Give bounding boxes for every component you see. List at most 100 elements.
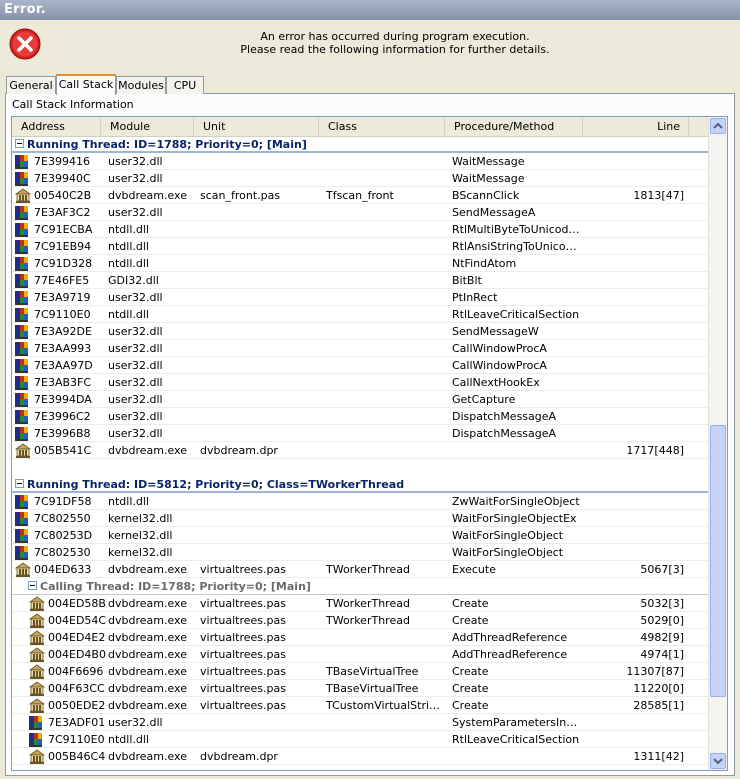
cell-unit: dvbdream.dpr (200, 444, 278, 457)
table-row[interactable]: 7E3A9719 user32.dll PtInRect (12, 289, 709, 306)
table-row[interactable]: 7E3AB3FC user32.dll CallNextHookEx (12, 374, 709, 391)
system-module-icon (15, 171, 31, 186)
thread-header[interactable]: Running Thread: ID=5812; Priority=0; Cla… (12, 476, 709, 493)
table-row[interactable]: 004F6696 dvbdream.exe virtualtrees.pas TBas… (12, 663, 709, 680)
cell-procedure: RtlLeaveCriticalSection (452, 733, 580, 746)
chevron-up-icon (713, 122, 723, 129)
cell-module: dvbdream.exe (108, 665, 187, 678)
table-row[interactable]: 7C9110E0 ntdll.dll RtlLeaveCriticalSection (12, 731, 709, 748)
cell-line: 11220[0] (633, 682, 684, 695)
cell-procedure: Create (452, 597, 489, 610)
cell-class: Tfscan_front (326, 189, 394, 202)
column-header-procedure[interactable]: Procedure/Method (445, 117, 583, 136)
column-header-unit[interactable]: Unit (194, 117, 319, 136)
table-row[interactable]: 7E3AA993 user32.dll CallWindowProcA (12, 340, 709, 357)
scroll-down-button[interactable] (710, 753, 726, 769)
table-row[interactable]: 7C9110E0 ntdll.dll RtlLeaveCriticalSection (12, 306, 709, 323)
cell-module: dvbdream.exe (108, 614, 187, 627)
table-row[interactable]: 7E3996C2 user32.dll DispatchMessageA (12, 408, 709, 425)
cell-module: dvbdream.exe (108, 682, 187, 695)
table-row[interactable]: 005B541C dvbdream.exe dvbdream.dpr 1717[448… (12, 442, 709, 459)
collapse-toggle-icon[interactable] (28, 581, 37, 590)
cell-unit: virtualtrees.pas (200, 614, 286, 627)
table-row[interactable]: 004ED633 dvbdream.exe virtualtrees.pas TWor… (12, 561, 709, 578)
table-row[interactable]: 7E3994DA user32.dll GetCapture (12, 391, 709, 408)
cell-module: dvbdream.exe (108, 563, 187, 576)
system-module-icon (15, 358, 31, 373)
cell-procedure: WaitForSingleObject (452, 529, 564, 542)
table-row[interactable]: 004ED4E2 dvbdream.exe virtualtrees.pas AddT… (12, 629, 709, 646)
table-row[interactable]: 7C80253D kernel32.dll WaitForSingleObject (12, 527, 709, 544)
table-row[interactable]: 7C802530 kernel32.dll WaitForSingleObject (12, 544, 709, 561)
column-header-line[interactable]: Line (583, 117, 689, 136)
cell-module: dvbdream.exe (108, 648, 187, 661)
application-module-icon (14, 443, 32, 458)
system-module-icon (29, 732, 45, 747)
cell-unit: virtualtrees.pas (200, 665, 286, 678)
table-row[interactable]: 004F63CC dvbdream.exe virtualtrees.pas TBas… (12, 680, 709, 697)
system-module-icon (15, 307, 31, 322)
table-row[interactable]: 004ED54C dvbdream.exe virtualtrees.pas TWor… (12, 612, 709, 629)
table-row[interactable]: 7C91D328 ntdll.dll NtFindAtom (12, 255, 709, 272)
scroll-up-button[interactable] (710, 118, 726, 134)
table-row[interactable]: 7C91DF58 ntdll.dll ZwWaitForSingleObject (12, 493, 709, 510)
cell-class: TWorkerThread (326, 563, 410, 576)
spacer-row (12, 459, 709, 476)
cell-line: 28585[1] (633, 699, 684, 712)
system-module-icon (15, 375, 31, 390)
table-row[interactable]: 7C91ECBA ntdll.dll RtlMultiByteToUnicodeN (12, 221, 709, 238)
cell-module: dvbdream.exe (108, 631, 187, 644)
table-row[interactable]: 7E3AA97D user32.dll CallWindowProcA (12, 357, 709, 374)
window-title: Error. (0, 0, 740, 20)
tab-cpu[interactable]: CPU (166, 76, 204, 94)
cell-unit: virtualtrees.pas (200, 648, 286, 661)
call-stack-grid[interactable]: Address Module Unit Class Procedure/Meth… (11, 116, 728, 771)
collapse-toggle-icon[interactable] (15, 139, 24, 148)
cell-module: ntdll.dll (108, 257, 149, 270)
table-row[interactable]: 004ED4B0 dvbdream.exe virtualtrees.pas AddT… (12, 646, 709, 663)
cell-line: 1717[448] (626, 444, 684, 457)
cell-module: user32.dll (108, 716, 163, 729)
table-row[interactable]: 7E399416 user32.dll WaitMessage (12, 153, 709, 170)
cell-procedure: BitBlt (452, 274, 482, 287)
column-header-address[interactable]: Address (12, 117, 101, 136)
cell-class: TWorkerThread (326, 597, 410, 610)
cell-module: GDI32.dll (108, 274, 159, 287)
calling-thread-header[interactable]: Calling Thread: ID=1788; Priority=0; [Ma… (12, 578, 709, 595)
table-row[interactable]: 00540C2B dvbdream.exe scan_front.pas Tfscan… (12, 187, 709, 204)
table-row[interactable]: 0050EDE2 dvbdream.exe virtualtrees.pas TCus… (12, 697, 709, 714)
table-row[interactable]: 7E3AF3C2 user32.dll SendMessageA (12, 204, 709, 221)
cell-module: kernel32.dll (108, 529, 173, 542)
vertical-scrollbar[interactable] (708, 117, 727, 770)
cell-procedure: WaitMessage (452, 172, 525, 185)
tab-general[interactable]: General (6, 76, 56, 94)
cell-module: ntdll.dll (108, 308, 149, 321)
thread-header[interactable]: Running Thread: ID=1788; Priority=0; [Ma… (12, 136, 709, 153)
cell-procedure: CallNextHookEx (452, 376, 540, 389)
cell-module: user32.dll (108, 291, 163, 304)
table-row[interactable]: 7E3ADF01 user32.dll SystemParametersInfoA (12, 714, 709, 731)
application-module-icon (28, 630, 46, 645)
collapse-toggle-icon[interactable] (15, 479, 24, 488)
table-row[interactable]: 7E3A92DE user32.dll SendMessageW (12, 323, 709, 340)
table-row[interactable]: 004ED58B dvbdream.exe virtualtrees.pas TWor… (12, 595, 709, 612)
scroll-thumb[interactable] (710, 425, 726, 697)
tab-call-stack[interactable]: Call Stack (56, 74, 116, 95)
system-module-icon (15, 273, 31, 288)
tab-modules[interactable]: Modules (116, 76, 166, 94)
table-row[interactable]: 7E39940C user32.dll WaitMessage (12, 170, 709, 187)
cell-module: user32.dll (108, 172, 163, 185)
error-message-line1: An error has occurred during program exe… (260, 30, 530, 43)
system-module-icon (15, 290, 31, 305)
column-header-class[interactable]: Class (319, 117, 445, 136)
application-module-icon (28, 681, 46, 696)
table-row[interactable]: 005B46C4 dvbdream.exe dvbdream.dpr 1311[42] (12, 748, 709, 765)
cell-module: user32.dll (108, 427, 163, 440)
column-header-module[interactable]: Module (101, 117, 194, 136)
cell-line: 1813[47] (633, 189, 684, 202)
table-row[interactable]: 7C802550 kernel32.dll WaitForSingleObjectE… (12, 510, 709, 527)
table-row[interactable]: 7E3996B8 user32.dll DispatchMessageA (12, 425, 709, 442)
table-row[interactable]: 77E46FE5 GDI32.dll BitBlt (12, 272, 709, 289)
table-row[interactable]: 7C91EB94 ntdll.dll RtlAnsiStringToUnicode… (12, 238, 709, 255)
cell-procedure: Create (452, 665, 489, 678)
